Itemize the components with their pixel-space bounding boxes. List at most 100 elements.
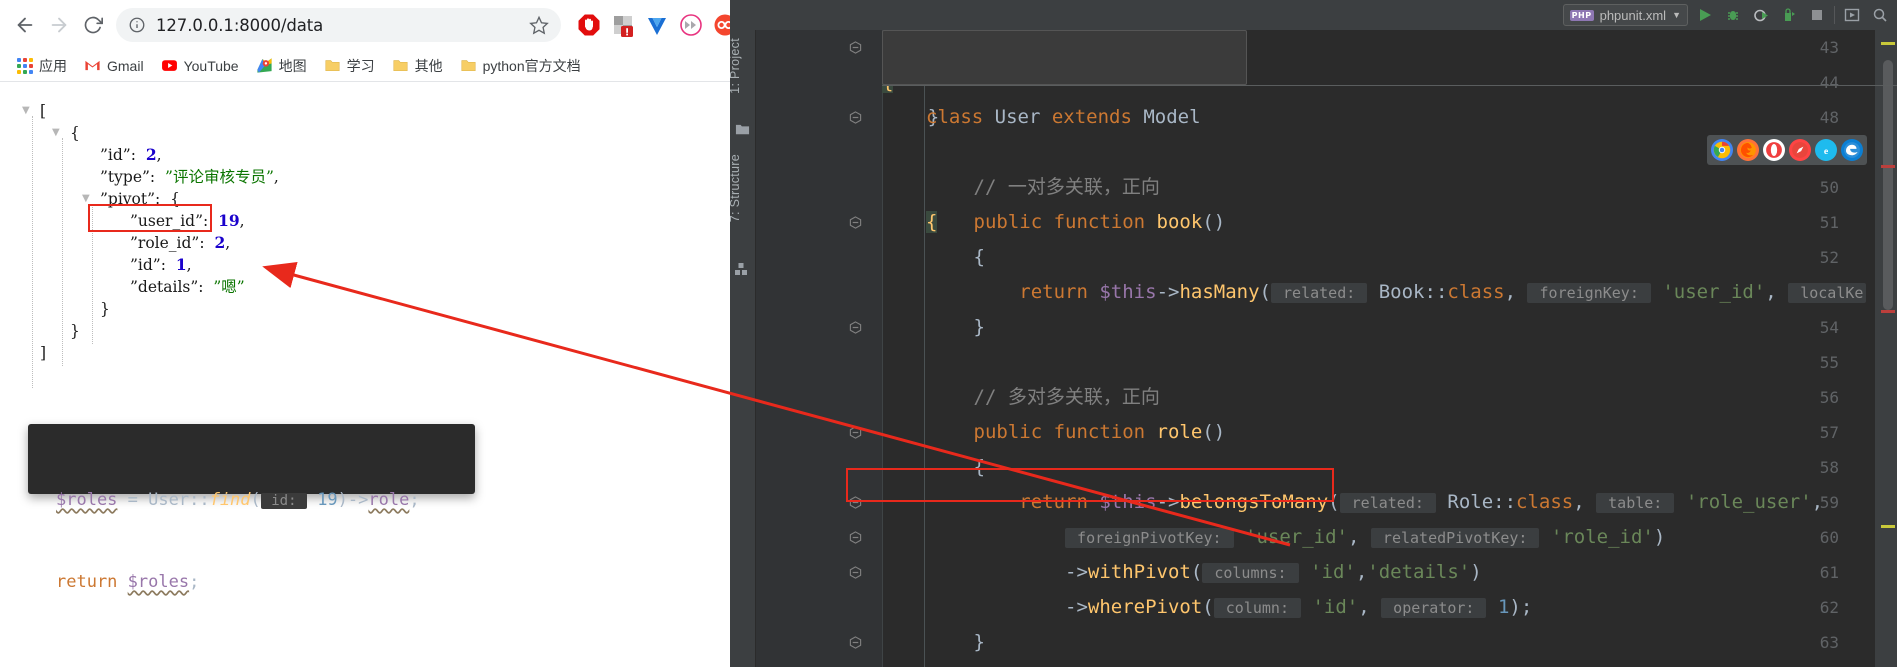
project-folder-icon[interactable]: [735, 122, 750, 142]
code-token: 'details': [1367, 561, 1471, 583]
info-circle-icon[interactable]: [128, 16, 146, 34]
code-token: =: [117, 490, 149, 510]
code-token: 'user_id': [1245, 526, 1348, 548]
code-line[interactable]: }: [882, 660, 1875, 667]
code-line[interactable]: ->wherePivot( column: 'id', operator: 1)…: [882, 590, 1875, 625]
profile-icon[interactable]: [1778, 4, 1800, 26]
sidebar-item-project[interactable]: 1: Project: [730, 38, 754, 94]
code-token: ): [1653, 526, 1666, 548]
code-token: 'id': [1310, 561, 1356, 583]
infinity-newtab-extension-icon[interactable]: [709, 9, 730, 41]
warning-marker[interactable]: [1881, 42, 1895, 45]
code-line[interactable]: [882, 345, 1875, 380]
adblock-extension-icon[interactable]: [573, 9, 605, 41]
tampermonkey-extension-icon[interactable]: [675, 9, 707, 41]
chrome-toolbar: 127.0.0.1:8000/data: [0, 0, 730, 50]
scrollbar-thumb[interactable]: [1883, 60, 1893, 310]
bookmark-gmail[interactable]: Gmail: [77, 54, 151, 77]
code-fold-icon[interactable]: [844, 100, 866, 135]
debug-icon[interactable]: [1722, 4, 1744, 26]
back-button[interactable]: [8, 8, 42, 42]
proxy-switchyomega-extension-icon[interactable]: [607, 9, 639, 41]
code-editor[interactable]: 4344484950515253545556575859606162636465…: [756, 30, 1897, 667]
bookmark-apps[interactable]: 应用: [10, 53, 74, 79]
code-fold-icon[interactable]: [844, 660, 866, 667]
code-line[interactable]: }: [882, 625, 1875, 660]
run-icon[interactable]: [1694, 4, 1716, 26]
code-fold-icon[interactable]: [844, 555, 866, 590]
error-marker[interactable]: [1881, 310, 1895, 313]
disclosure-triangle-icon[interactable]: ▼: [22, 100, 30, 122]
json-line: }: [24, 298, 730, 320]
firefox-icon[interactable]: [1737, 139, 1759, 161]
edge-icon[interactable]: [1841, 139, 1863, 161]
json-line: ”id”: 2,: [24, 144, 730, 166]
safari-icon[interactable]: [1789, 139, 1811, 161]
bookmark-folder-study[interactable]: 学习: [317, 53, 382, 79]
code-fold-icon[interactable]: [844, 415, 866, 450]
code-token: relatedPivotKey:: [1370, 528, 1540, 548]
code-token: withPivot: [1087, 561, 1191, 583]
bookmark-maps[interactable]: 地图: [249, 53, 314, 79]
code-token: ,: [1765, 281, 1789, 303]
bookmark-folder-python-docs[interactable]: python官方文档: [453, 53, 588, 79]
apps-grid-icon: [17, 57, 33, 74]
code-line[interactable]: foreignPivotKey: 'user_id', relatedPivot…: [882, 520, 1875, 555]
code-token: column:: [1213, 598, 1302, 618]
structure-icon[interactable]: [735, 262, 749, 281]
code-fold-icon[interactable]: [844, 30, 866, 65]
extension-toolbar: [573, 9, 730, 41]
chevron-down-icon[interactable]: ▼: [1672, 10, 1681, 20]
run-with-coverage-icon[interactable]: [1750, 4, 1772, 26]
forward-button[interactable]: [42, 8, 76, 42]
bookmark-folder-other[interactable]: 其他: [385, 53, 450, 79]
code-token: ::: [1424, 281, 1448, 303]
search-everywhere-icon[interactable]: [1869, 4, 1891, 26]
json-token: 2: [214, 233, 226, 252]
phpstorm-window: PHP phpunit.xml ▼ 1: Project 7: Structur…: [730, 0, 1897, 667]
bookmark-star-icon[interactable]: [529, 15, 549, 35]
opera-icon[interactable]: [1763, 139, 1785, 161]
folder-icon: [325, 60, 340, 72]
address-bar[interactable]: 127.0.0.1:8000/data: [116, 8, 561, 42]
json-line: ▼[: [22, 100, 730, 122]
run-anything-icon[interactable]: [1841, 4, 1863, 26]
ie-icon[interactable]: e: [1815, 139, 1837, 161]
code-token: $roles: [56, 490, 118, 510]
run-configuration-selector[interactable]: PHP phpunit.xml ▼: [1562, 4, 1688, 26]
code-token: public function: [973, 421, 1157, 443]
code-token: }: [882, 316, 985, 338]
code-fold-icon[interactable]: [844, 205, 866, 240]
reload-button[interactable]: [76, 8, 110, 42]
stop-icon[interactable]: [1806, 4, 1828, 26]
code-line[interactable]: }: [882, 310, 1875, 345]
code-line[interactable]: public function role(): [882, 415, 1875, 450]
chrome-icon[interactable]: [1711, 139, 1733, 161]
code-line[interactable]: // 多对多关联，正向: [882, 380, 1875, 415]
code-popup-line-2: return $roles;: [56, 569, 475, 596]
warning-marker[interactable]: [1881, 525, 1895, 528]
toolbar-divider: [1834, 6, 1835, 24]
chrome-browser-window: 127.0.0.1:8000/data 应用 Gmail YouTube 地图 …: [0, 0, 730, 667]
code-fold-icon[interactable]: [844, 520, 866, 555]
code-token: id:: [260, 493, 307, 509]
sidebar-item-structure[interactable]: 7: Structure: [730, 154, 754, 222]
youdao-dict-extension-icon[interactable]: [641, 9, 673, 41]
tool-window-strip: 1: Project 7: Structure: [730, 30, 756, 667]
json-line: ”type”: ”评论审核专员”,: [24, 166, 730, 188]
code-fold-icon[interactable]: [844, 625, 866, 660]
address-bar-url[interactable]: 127.0.0.1:8000/data: [156, 16, 529, 35]
code-token: wherePivot: [1087, 596, 1203, 618]
disclosure-triangle-icon[interactable]: ▼: [52, 122, 60, 144]
code-fold-icon[interactable]: [844, 310, 866, 345]
google-maps-icon: [256, 58, 272, 73]
editor-scrollbar[interactable]: [1875, 30, 1897, 667]
bookmark-youtube[interactable]: YouTube: [154, 54, 246, 77]
code-line[interactable]: ->withPivot( columns: 'id','details'): [882, 555, 1875, 590]
error-marker[interactable]: [1881, 165, 1895, 168]
